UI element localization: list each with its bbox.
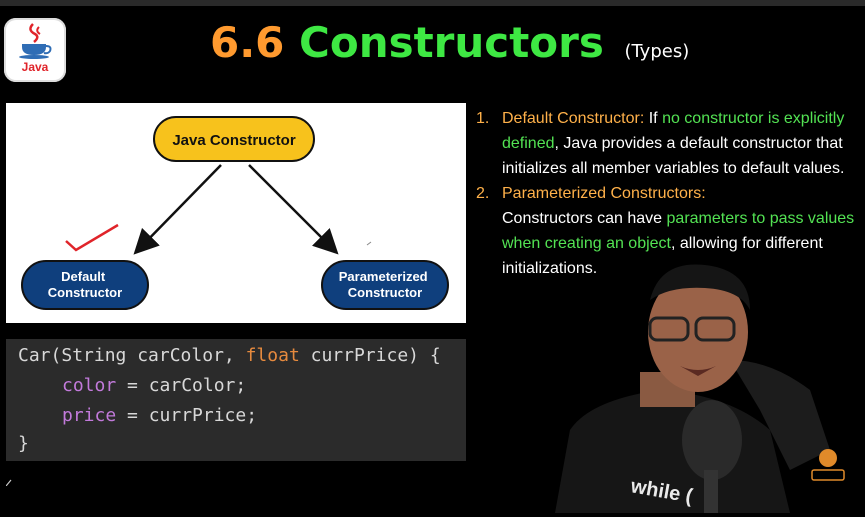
page-title: 6.6 Constructors (Types) xyxy=(210,18,689,67)
coffee-cup-icon xyxy=(19,23,52,59)
code-line-1: Car(String carColor, float currPrice) { xyxy=(18,345,441,366)
constructor-diagram: Java Constructor Default Constructor Par… xyxy=(6,103,466,323)
checkmark-icon xyxy=(65,223,119,252)
title-number: 6.6 xyxy=(210,18,285,67)
default-label-line2: Constructor xyxy=(48,285,122,300)
title-text: Constructors xyxy=(299,18,604,67)
arrow-left xyxy=(133,164,222,255)
list-text-1a: If xyxy=(644,110,663,127)
list-number-2: 2. xyxy=(476,185,490,202)
parameterized-label-line1: Parameterized xyxy=(339,269,428,284)
microphone xyxy=(682,400,742,480)
list-text-2a: Constructors can have xyxy=(502,210,667,227)
list-number-1: 1. xyxy=(476,110,490,127)
pen-mark xyxy=(366,241,372,246)
title-subtitle: (Types) xyxy=(624,41,690,62)
java-logo: Java xyxy=(4,18,66,82)
arrow-right xyxy=(248,164,339,255)
code-params-1: (String carColor, xyxy=(50,345,246,366)
code-keyword-float: float xyxy=(245,345,300,366)
code-line-2: color = carColor; xyxy=(62,375,246,396)
list-title-1: Default Constructor: xyxy=(502,110,645,127)
list-title-2: Parameterized Constructors: xyxy=(502,185,706,202)
constructor-types-list: 1. Default Constructor: If no constructo… xyxy=(476,106,861,281)
code-field-color: color xyxy=(62,375,117,396)
code-block: Car(String carColor, float currPrice) { … xyxy=(6,339,466,461)
code-line-4: } xyxy=(18,433,29,454)
java-constructor-label: Java Constructor xyxy=(172,132,296,149)
code-class-name: Car xyxy=(18,345,51,366)
list-item-default: 1. Default Constructor: If no constructo… xyxy=(476,106,861,181)
code-field-price: price xyxy=(62,405,117,426)
default-label-line1: Default xyxy=(61,269,106,284)
channel-watermark-icon xyxy=(808,446,848,484)
parameterized-label-line2: Constructor xyxy=(348,285,422,300)
top-bar xyxy=(0,0,865,6)
parameterized-constructor-label: Parameterized Constructor xyxy=(339,269,432,300)
logo-label: Java xyxy=(21,60,49,74)
mic-stand xyxy=(704,470,718,513)
code-line-3: price = currPrice; xyxy=(62,405,257,426)
cursor-icon xyxy=(6,479,12,486)
code-params-2: currPrice) { xyxy=(299,345,441,366)
code-assign-color: = carColor; xyxy=(116,375,247,396)
code-assign-price: = currPrice; xyxy=(116,405,258,426)
